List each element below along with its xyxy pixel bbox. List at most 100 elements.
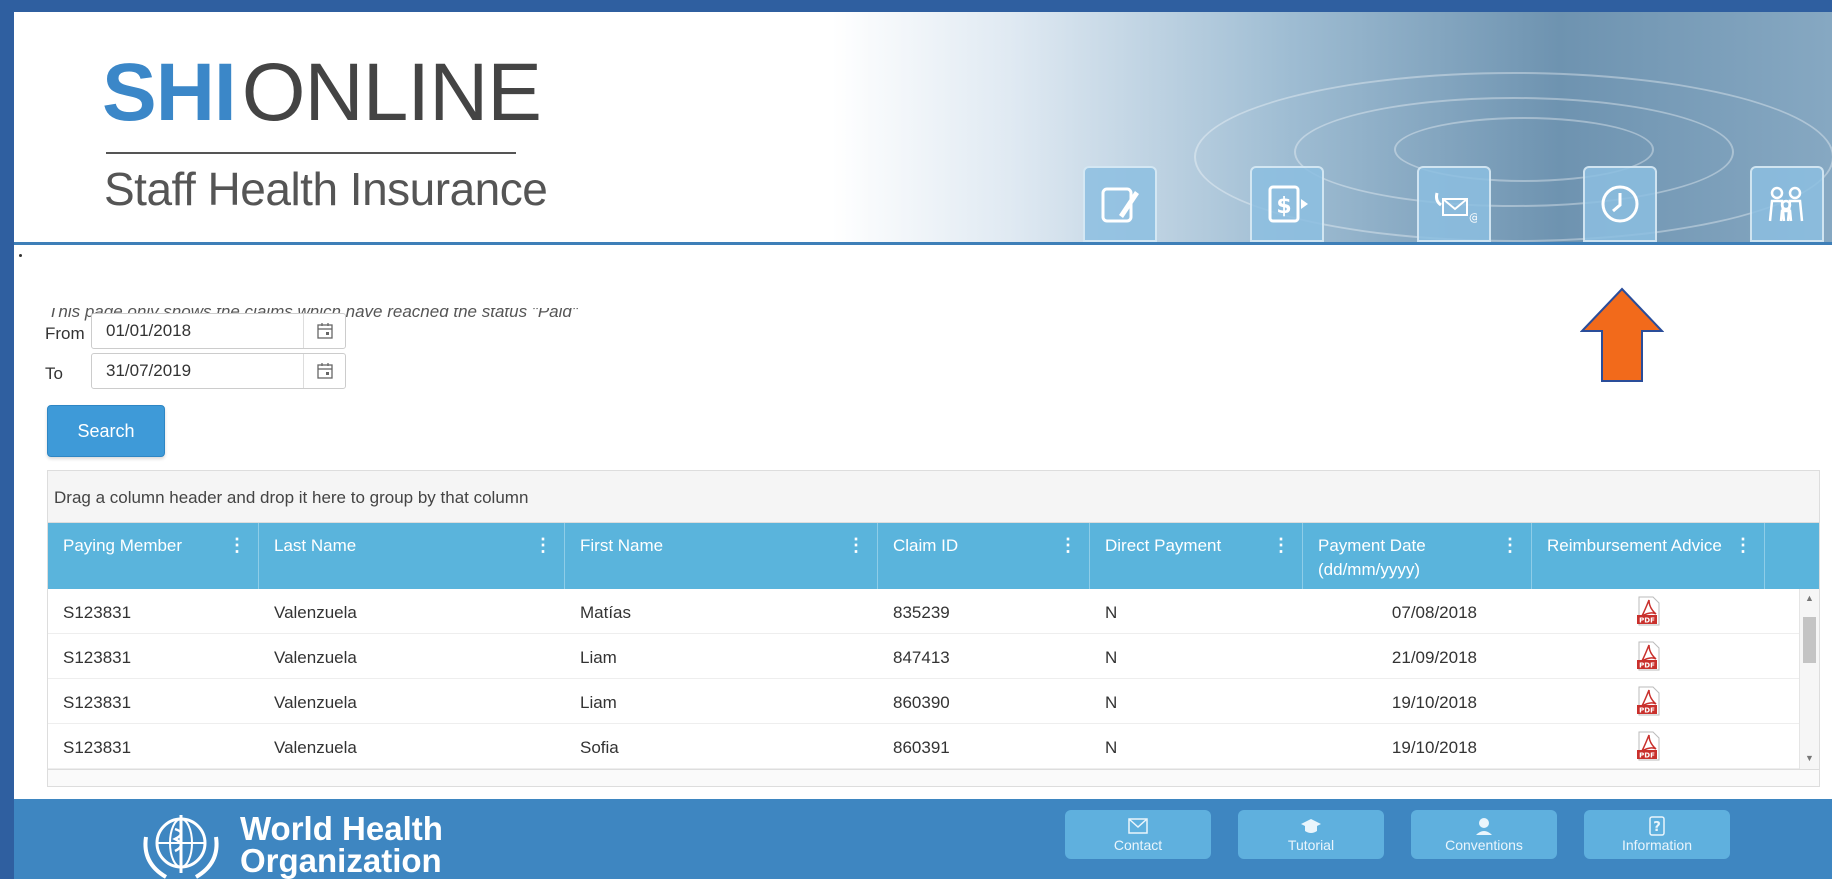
column-menu-icon[interactable]: ⋮ — [847, 535, 865, 556]
cell-claim-id: 835239 — [893, 603, 950, 622]
column-label: Last Name — [274, 536, 357, 555]
grid-header-row: Paying Member ⋮ Last Name ⋮ First Name ⋮ Cl… — [48, 523, 1819, 589]
logo-divider — [106, 152, 516, 154]
cell-first-name: Liam — [580, 648, 617, 667]
table-row[interactable]: S123831 Valenzuela Sofia 860391 N 19/10/… — [48, 724, 1819, 769]
claim-form-icon[interactable] — [1083, 166, 1157, 242]
cell-last-name: Valenzuela — [274, 693, 357, 712]
app-frame: SHIONLINE Staff Health Insurance $ @ Thi… — [14, 12, 1832, 879]
column-menu-icon[interactable]: ⋮ — [1501, 535, 1519, 556]
column-header-claim-id[interactable]: Claim ID ⋮ — [878, 523, 1090, 589]
svg-text:?: ? — [1653, 820, 1661, 835]
pdf-icon[interactable]: PDF — [1636, 641, 1661, 671]
pdf-icon[interactable]: PDF — [1636, 686, 1661, 716]
search-button[interactable]: Search — [47, 405, 165, 457]
conventions-button[interactable]: Conventions — [1411, 810, 1557, 859]
cell-claim-id: 847413 — [893, 648, 950, 667]
column-header-last-name[interactable]: Last Name ⋮ — [259, 523, 565, 589]
contact-mail-icon[interactable]: @ — [1417, 166, 1491, 242]
svg-text:@: @ — [1469, 211, 1477, 224]
tutorial-button[interactable]: Tutorial — [1238, 810, 1384, 859]
cell-direct-payment: N — [1105, 738, 1118, 757]
cell-payment-date: 19/10/2018 — [1391, 738, 1477, 757]
column-menu-icon[interactable]: ⋮ — [1272, 535, 1290, 556]
column-header-reimbursement-advice[interactable]: Reimbursement Advice ⋮ — [1532, 523, 1765, 589]
question-icon: ? — [1649, 816, 1665, 836]
to-date-value[interactable]: 31/07/2019 — [92, 361, 303, 381]
scroll-up-arrow-icon[interactable]: ▲ — [1805, 593, 1814, 603]
cell-last-name: Valenzuela — [274, 648, 357, 667]
contact-label: Contact — [1113, 837, 1163, 853]
pdf-label: PDF — [1639, 752, 1655, 760]
pdf-icon[interactable]: PDF — [1636, 596, 1661, 626]
to-label: To — [45, 364, 63, 383]
column-header-paying-member[interactable]: Paying Member ⋮ — [48, 523, 259, 589]
cell-first-name: Liam — [580, 693, 617, 712]
table-row[interactable]: S123831 Valenzuela Liam 860390 N 19/10/2… — [48, 679, 1819, 724]
column-menu-icon[interactable]: ⋮ — [534, 535, 552, 556]
bullet-dot — [19, 254, 22, 257]
column-header-first-name[interactable]: First Name ⋮ — [565, 523, 878, 589]
history-icon[interactable] — [1583, 166, 1657, 242]
who-emblem-icon — [143, 815, 219, 879]
column-label: First Name — [580, 536, 664, 555]
who-line-2: Organization — [240, 842, 442, 879]
column-label: Paying Member — [63, 536, 183, 555]
vertical-scrollbar[interactable]: ▲ ▼ — [1799, 589, 1819, 769]
pdf-label: PDF — [1639, 662, 1655, 670]
footer: World Health Organization Contact Tutori… — [14, 799, 1832, 879]
graduation-cap-icon — [1301, 819, 1321, 833]
cell-last-name: Valenzuela — [274, 603, 357, 622]
svg-text:$: $ — [1276, 194, 1291, 219]
to-date-field[interactable]: 31/07/2019 — [91, 353, 346, 389]
tutorial-label: Tutorial — [1287, 837, 1335, 853]
cell-paying-member: S123831 — [63, 738, 132, 757]
column-label: Claim ID — [893, 536, 959, 555]
payment-icon[interactable]: $ — [1250, 166, 1324, 242]
column-sublabel: (dd/mm/yyyy) — [1318, 560, 1420, 579]
table-row[interactable]: S123831 Valenzuela Liam 847413 N 21/09/2… — [48, 634, 1819, 679]
information-button[interactable]: ? Information — [1584, 810, 1730, 859]
column-header-payment-date[interactable]: Payment Date (dd/mm/yyyy) ⋮ — [1303, 523, 1532, 589]
scrollbar-thumb[interactable] — [1803, 617, 1816, 663]
from-date-value[interactable]: 01/01/2018 — [92, 321, 303, 341]
site-logo[interactable]: SHIONLINE — [102, 52, 542, 134]
grid-pager[interactable] — [48, 769, 1819, 786]
envelope-icon — [1128, 818, 1148, 834]
cell-payment-date: 07/08/2018 — [1391, 603, 1477, 622]
who-logo-text[interactable]: World Health Organization — [240, 812, 443, 879]
cell-claim-id: 860391 — [893, 738, 950, 757]
conventions-label: Conventions — [1445, 837, 1523, 853]
cell-payment-date: 19/10/2018 — [1391, 693, 1477, 712]
calendar-icon[interactable] — [303, 314, 345, 348]
calendar-icon[interactable] — [303, 354, 345, 388]
pdf-label: PDF — [1639, 617, 1655, 625]
group-by-drop-area[interactable]: Drag a column header and drop it here to… — [48, 471, 1819, 523]
cell-paying-member: S123831 — [63, 693, 132, 712]
logo-online-text: ONLINE — [241, 47, 542, 138]
column-label: Direct Payment — [1105, 536, 1222, 555]
column-menu-icon[interactable]: ⋮ — [1734, 535, 1752, 556]
from-date-field[interactable]: 01/01/2018 — [91, 313, 346, 349]
contact-button[interactable]: Contact — [1065, 810, 1211, 859]
column-menu-icon[interactable]: ⋮ — [228, 535, 246, 556]
column-menu-icon[interactable]: ⋮ — [1059, 535, 1077, 556]
scroll-down-arrow-icon[interactable]: ▼ — [1805, 753, 1814, 763]
cell-first-name: Sofia — [580, 738, 619, 757]
column-label: Payment Date — [1318, 536, 1426, 555]
annotation-up-arrow — [1580, 287, 1664, 382]
pdf-label: PDF — [1639, 707, 1655, 715]
table-row[interactable]: S123831 Valenzuela Matías 835239 N 07/08… — [48, 589, 1819, 634]
cell-direct-payment: N — [1105, 648, 1118, 667]
cell-last-name: Valenzuela — [274, 738, 357, 757]
cell-paying-member: S123831 — [63, 648, 132, 667]
logo-shi-text: SHI — [102, 47, 237, 138]
handshake-icon — [1476, 818, 1492, 835]
cell-direct-payment: N — [1105, 603, 1118, 622]
family-icon[interactable] — [1750, 166, 1824, 242]
column-header-direct-payment[interactable]: Direct Payment ⋮ — [1090, 523, 1303, 589]
pdf-icon[interactable]: PDF — [1636, 731, 1661, 761]
cell-reimbursement-advice: PDF — [1532, 724, 1765, 768]
cell-payment-date: 21/09/2018 — [1391, 648, 1477, 667]
cell-paying-member: S123831 — [63, 603, 132, 622]
